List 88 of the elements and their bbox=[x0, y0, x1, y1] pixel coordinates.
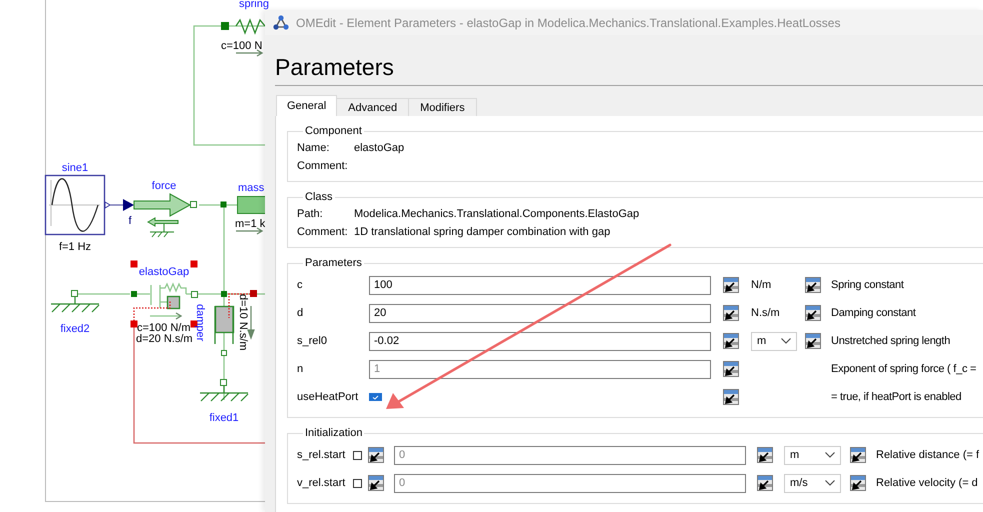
parameter-description: Exponent of spring force ( f_c = bbox=[831, 363, 976, 375]
parameter-name: v_rel.start bbox=[297, 477, 346, 489]
arrow-box-icon[interactable] bbox=[368, 475, 384, 491]
dialog-heading: Parameters bbox=[275, 53, 395, 82]
parameter-description: Damping constant bbox=[831, 307, 916, 319]
checkmark-icon bbox=[372, 394, 379, 400]
component-label: fixed1 bbox=[209, 412, 239, 424]
parameter-field[interactable]: -0.02 bbox=[369, 332, 711, 350]
unit-dropdown[interactable]: m bbox=[784, 446, 841, 464]
fixed-checkbox[interactable] bbox=[353, 450, 362, 460]
parameter-field[interactable]: 100 bbox=[369, 276, 711, 294]
component-label: mass bbox=[238, 182, 264, 194]
field-label: Comment: bbox=[297, 160, 349, 172]
group-title: Parameters bbox=[304, 257, 363, 269]
group-title: Initialization bbox=[304, 427, 364, 439]
spring-symbol bbox=[221, 18, 266, 57]
start-value-field[interactable]: 0 bbox=[394, 474, 746, 492]
parameter-name: n bbox=[297, 363, 304, 375]
checkbox[interactable] bbox=[369, 393, 382, 401]
arrow-box-icon[interactable] bbox=[757, 447, 773, 463]
unit-dropdown[interactable]: m/s bbox=[784, 474, 841, 492]
arrow-box-icon[interactable] bbox=[757, 475, 773, 491]
mass-block bbox=[220, 196, 268, 235]
component-label: elastoGap bbox=[138, 266, 190, 278]
parameter-name: d bbox=[297, 307, 304, 319]
parameter-label: c=100 N bbox=[221, 40, 262, 52]
arrow-box-icon[interactable] bbox=[805, 333, 821, 349]
chevron-down-icon bbox=[825, 480, 835, 486]
unit-label: N.s/m bbox=[751, 307, 780, 319]
molecule-logo-icon bbox=[272, 14, 290, 30]
tab[interactable]: General bbox=[276, 95, 338, 116]
ground-symbol bbox=[50, 290, 100, 313]
arrow-box-icon[interactable] bbox=[723, 389, 739, 405]
group-title: Class bbox=[304, 191, 334, 203]
component-label: damper bbox=[194, 304, 206, 342]
field-value: 1D translational spring damper combination with gap bbox=[354, 226, 610, 238]
port-label: f bbox=[128, 215, 132, 227]
parameter-label: c=100 N/m bbox=[137, 322, 190, 334]
field-value: Modelica.Mechanics.Translational.Components.ElastoGap bbox=[354, 208, 640, 220]
sine-source-block bbox=[44, 174, 111, 236]
parameter-label: d=20 N.s/m bbox=[136, 333, 193, 345]
chevron-down-icon bbox=[825, 452, 835, 458]
component-label: sine1 bbox=[62, 162, 88, 174]
arrow-box-icon[interactable] bbox=[723, 305, 739, 321]
parameter-name: s_rel.start bbox=[297, 449, 346, 461]
parameter-name: s_rel0 bbox=[297, 335, 328, 347]
parameter-description: Unstretched spring length bbox=[831, 335, 950, 347]
selection-handle[interactable] bbox=[130, 320, 138, 328]
start-value-field[interactable]: 0 bbox=[394, 446, 746, 464]
parameter-name: c bbox=[297, 279, 304, 291]
parameter-field[interactable]: 1 bbox=[369, 360, 711, 378]
arrow-box-icon[interactable] bbox=[850, 475, 866, 491]
fixed-checkbox[interactable] bbox=[353, 478, 362, 488]
window-title: OMEdit - Element Parameters - elastoGap in Modelica.Mechanics.Translational.Examples.HeatLosses bbox=[296, 16, 840, 30]
selection-handle[interactable] bbox=[190, 260, 198, 268]
group-title: Component bbox=[304, 125, 363, 137]
field-value: elastoGap bbox=[354, 142, 404, 154]
selection-handle[interactable] bbox=[130, 260, 138, 268]
parameter-field[interactable]: 20 bbox=[369, 304, 711, 322]
parameter-description: Spring constant bbox=[831, 279, 904, 291]
arrow-box-icon[interactable] bbox=[805, 277, 821, 293]
parameter-name: useHeatPort bbox=[297, 391, 360, 403]
arrow-box-icon[interactable] bbox=[805, 305, 821, 321]
field-label: Path: bbox=[297, 208, 324, 220]
parameter-description: Relative velocity (= d bbox=[876, 477, 978, 489]
unit-dropdown[interactable]: m bbox=[751, 332, 797, 350]
parameter-label: d=10 N.s/m bbox=[237, 294, 249, 351]
chevron-down-icon bbox=[781, 338, 791, 344]
arrow-box-icon[interactable] bbox=[850, 447, 866, 463]
ground-symbol bbox=[199, 379, 249, 402]
component-label: fixed2 bbox=[60, 323, 90, 335]
parameter-description: Relative distance (= f bbox=[876, 449, 980, 461]
parameter-label: f=1 Hz bbox=[58, 241, 92, 253]
arrow-box-icon[interactable] bbox=[723, 333, 739, 349]
arrow-box-icon[interactable] bbox=[723, 277, 739, 293]
parameter-description: = true, if heatPort is enabled bbox=[831, 391, 962, 403]
arrow-box-icon[interactable] bbox=[368, 447, 384, 463]
tab[interactable]: Modifiers bbox=[408, 98, 477, 116]
arrow-box-icon[interactable] bbox=[723, 361, 739, 377]
connector-square bbox=[250, 290, 257, 297]
unit-label: N/m bbox=[751, 279, 772, 291]
damper-symbol bbox=[214, 291, 255, 356]
field-label: Comment: bbox=[297, 226, 349, 238]
field-label: Name: bbox=[297, 142, 330, 154]
connection-line bbox=[75, 293, 130, 295]
component-label: force bbox=[152, 180, 176, 192]
component-label: spring bbox=[239, 0, 269, 10]
parameter-label: m=1 k bbox=[235, 218, 266, 230]
